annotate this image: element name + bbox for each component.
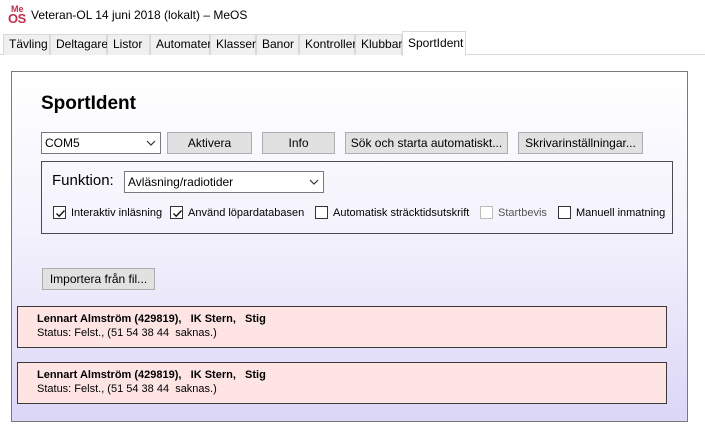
tab-banor[interactable]: Banor bbox=[256, 34, 299, 55]
info-button[interactable]: Info bbox=[262, 132, 335, 154]
tab-deltagare[interactable]: Deltagare bbox=[50, 34, 108, 55]
readout-status: Status: Felst., (51 54 38 44 saknas.) bbox=[37, 327, 217, 339]
chevron-down-icon bbox=[308, 172, 320, 192]
tab-listor[interactable]: Listor bbox=[107, 34, 150, 55]
tab-kontroller[interactable]: Kontroller bbox=[299, 34, 356, 55]
funktion-select[interactable]: Avläsning/radiotider bbox=[124, 171, 324, 193]
printer-settings-button[interactable]: Skrivarinställningar... bbox=[518, 132, 643, 154]
readout-status: Status: Felst., (51 54 38 44 saknas.) bbox=[37, 383, 217, 395]
checkbox-unchecked-icon bbox=[315, 206, 328, 219]
checkbox-checked-icon bbox=[170, 206, 183, 219]
auto-search-button[interactable]: Sök och starta automatiskt... bbox=[345, 132, 508, 154]
auto-split-print-label: Automatisk sträcktidsutskrift bbox=[333, 207, 470, 219]
tab-klasser[interactable]: Klasser bbox=[210, 34, 256, 55]
start-receipt-label: Startbevis bbox=[498, 207, 547, 219]
use-runner-database-label: Använd löpardatabasen bbox=[188, 207, 305, 219]
chevron-down-icon bbox=[145, 133, 157, 153]
checkbox-checked-icon bbox=[53, 206, 66, 219]
logo-text-bottom: OS bbox=[8, 11, 26, 26]
funktion-label: Funktion: bbox=[52, 172, 114, 189]
tab-automater[interactable]: Automater bbox=[150, 34, 211, 55]
port-select-value: COM5 bbox=[45, 136, 80, 150]
title-bar: Me OS Veteran-OL 14 juni 2018 (lokalt) –… bbox=[0, 0, 705, 31]
tab-tavling[interactable]: Tävling bbox=[3, 34, 50, 55]
activate-button[interactable]: Aktivera bbox=[167, 132, 252, 154]
window-title: Veteran-OL 14 juni 2018 (lokalt) – MeOS bbox=[31, 8, 248, 22]
manual-entry-label: Manuell inmatning bbox=[576, 207, 666, 219]
page-title: SportIdent bbox=[41, 93, 136, 114]
funktion-group: Funktion: Avläsning/radiotider Interakti… bbox=[41, 161, 673, 234]
readout-card: Lennart Almström (429819), IK Stern, Sti… bbox=[17, 362, 667, 404]
funktion-select-value: Avläsning/radiotider bbox=[128, 175, 234, 189]
checkbox-disabled-icon bbox=[480, 206, 493, 219]
meos-logo-icon: Me OS bbox=[8, 4, 26, 26]
readout-runner: Lennart Almström (429819), IK Stern, Sti… bbox=[37, 369, 266, 381]
tab-bar: Tävling Deltagare Listor Automater Klass… bbox=[0, 31, 705, 56]
readout-card: Lennart Almström (429819), IK Stern, Sti… bbox=[17, 306, 667, 348]
checkbox-unchecked-icon bbox=[558, 206, 571, 219]
sportident-panel: SportIdent COM5 Aktivera Info Sök och st… bbox=[11, 71, 688, 422]
port-select[interactable]: COM5 bbox=[41, 132, 161, 154]
readout-runner: Lennart Almström (429819), IK Stern, Sti… bbox=[37, 313, 266, 325]
import-file-button[interactable]: Importera från fil... bbox=[42, 268, 155, 290]
tab-klubbar[interactable]: Klubbar bbox=[355, 34, 402, 55]
interactive-readout-label: Interaktiv inläsning bbox=[71, 207, 163, 219]
tab-sportident[interactable]: SportIdent bbox=[402, 31, 466, 56]
